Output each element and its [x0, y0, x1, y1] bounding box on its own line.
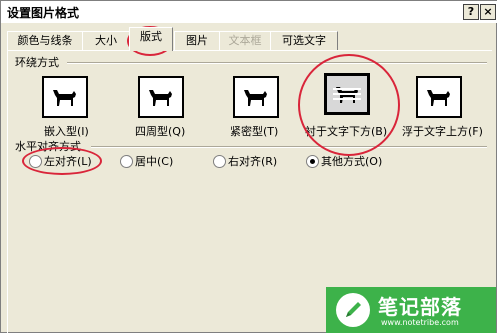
wrap-inline-button[interactable]	[42, 76, 88, 118]
wrap-section-heading: 环绕方式	[15, 56, 59, 69]
tab-picture[interactable]: 图片	[174, 31, 220, 50]
wrap-square-label: 四周型(Q)	[135, 125, 186, 138]
wrap-in-front-button[interactable]	[416, 76, 462, 118]
wrap-section-divider	[67, 62, 487, 64]
close-button[interactable]: ×	[480, 4, 496, 20]
wrap-tight-button[interactable]	[233, 76, 279, 118]
dog-tight-icon	[244, 90, 267, 106]
wrap-tight-label: 紧密型(T)	[230, 125, 279, 138]
dog-in-front-icon	[427, 90, 450, 106]
wrap-square-button[interactable]	[138, 76, 184, 118]
annotation-circle-behind-text	[298, 54, 400, 156]
align-center-radio[interactable]	[120, 155, 133, 168]
tab-text-box: 文本框	[219, 31, 271, 50]
align-section-divider	[91, 146, 487, 148]
tab-colors-lines[interactable]: 颜色与线条	[7, 31, 83, 50]
watermark-text: 笔记部落	[378, 295, 462, 319]
watermark-url: www.notetribe.com	[381, 318, 459, 327]
radio-selected-dot	[310, 159, 315, 164]
align-center-label: 居中(C)	[135, 155, 174, 168]
dog-inline-icon	[53, 90, 76, 106]
align-other-radio[interactable]	[306, 155, 319, 168]
tab-layout[interactable]: 版式	[129, 27, 173, 51]
wrap-in-front-label: 浮于文字上方(F)	[402, 125, 483, 138]
tab-size[interactable]: 大小	[82, 31, 130, 50]
watermark: 笔记部落 www.notetribe.com	[326, 287, 496, 333]
align-right-radio[interactable]	[213, 155, 226, 168]
tab-alt-text[interactable]: 可选文字	[270, 31, 338, 50]
annotation-circle-align-left	[22, 147, 102, 175]
title-bar: 设置图片格式 ? ×	[1, 1, 497, 23]
wrap-inline-label: 嵌入型(I)	[44, 125, 89, 138]
dog-square-icon	[149, 90, 172, 106]
dialog-title: 设置图片格式	[7, 6, 80, 20]
pencil-logo-icon	[336, 293, 370, 327]
align-right-label: 右对齐(R)	[228, 155, 278, 168]
help-button[interactable]: ?	[463, 4, 479, 20]
